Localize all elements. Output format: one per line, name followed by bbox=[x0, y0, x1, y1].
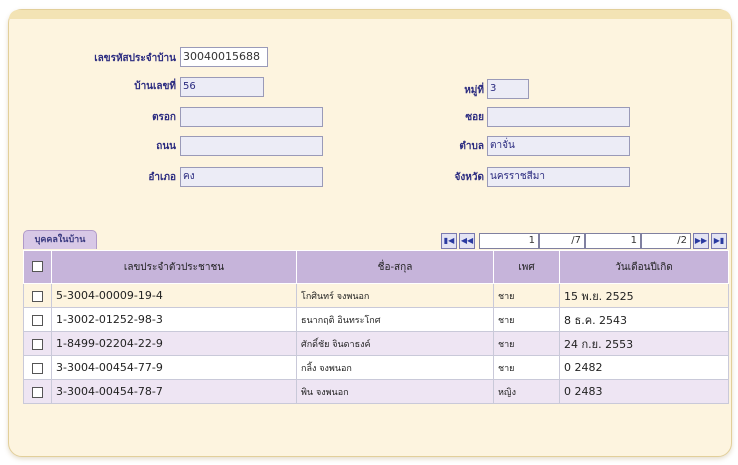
soi-label: ซอย bbox=[465, 112, 484, 123]
last-page-icon[interactable]: ▶▮ bbox=[711, 233, 727, 249]
house-code-field[interactable]: 30040015688 bbox=[180, 47, 268, 67]
birthdate-cell: 0 2483 bbox=[559, 379, 729, 404]
table-row[interactable]: 3-3004-00454-78-7 พิน จงพนอก หญิง 0 2483 bbox=[23, 379, 729, 404]
province-field[interactable]: นครราชสีมา bbox=[487, 167, 630, 187]
name-cell: กลิ้ง จงพนอก bbox=[296, 355, 494, 380]
next-page-icon[interactable]: ▶▶ bbox=[693, 233, 709, 249]
trok-label: ตรอก bbox=[152, 112, 176, 123]
birthdate-cell: 0 2482 bbox=[559, 355, 729, 380]
house-no-label: บ้านเลขที่ bbox=[134, 81, 176, 92]
amphoe-label: อำเภอ bbox=[148, 172, 176, 183]
citizen-id-cell: 3-3004-00454-78-7 bbox=[51, 379, 297, 404]
amphoe-field[interactable]: คง bbox=[180, 167, 323, 187]
sex-cell: หญิง bbox=[493, 379, 560, 404]
citizen-id-cell: 1-3002-01252-98-3 bbox=[51, 307, 297, 332]
row-checkbox[interactable] bbox=[23, 355, 52, 380]
tambon-field[interactable]: ตาจั่น bbox=[487, 136, 630, 156]
sex-cell: ชาย bbox=[493, 283, 560, 308]
name-cell: ศักดิ์ชัย จินดาธงค์ bbox=[296, 331, 494, 356]
row-total: /2 bbox=[641, 233, 691, 249]
row-current-input[interactable]: 1 bbox=[585, 233, 641, 249]
tab-household-members[interactable]: บุคคลในบ้าน bbox=[23, 230, 97, 249]
column-header-name[interactable]: ชื่อ-สกุล bbox=[296, 250, 494, 284]
province-label: จังหวัด bbox=[454, 172, 484, 183]
row-checkbox[interactable] bbox=[23, 331, 52, 356]
house-no-field[interactable]: 56 bbox=[180, 77, 264, 97]
sex-cell: ชาย bbox=[493, 355, 560, 380]
name-cell: พิน จงพนอก bbox=[296, 379, 494, 404]
name-cell: โกศินทร์ จงพนอก bbox=[296, 283, 494, 308]
column-header-birthdate[interactable]: วันเดือนปีเกิด bbox=[559, 250, 729, 284]
birthdate-cell: 24 ก.ย. 2553 bbox=[559, 331, 729, 356]
row-checkbox[interactable] bbox=[23, 307, 52, 332]
citizen-id-cell: 5-3004-00009-19-4 bbox=[51, 283, 297, 308]
table-row[interactable]: 1-8499-02204-22-9 ศักดิ์ชัย จินดาธงค์ ชา… bbox=[23, 331, 729, 356]
first-page-icon[interactable]: ▮◀ bbox=[441, 233, 457, 249]
sex-cell: ชาย bbox=[493, 307, 560, 332]
citizen-id-cell: 3-3004-00454-77-9 bbox=[51, 355, 297, 380]
name-cell: ธนากฤติ อินทระโกศ bbox=[296, 307, 494, 332]
row-checkbox[interactable] bbox=[23, 379, 52, 404]
road-label: ถนน bbox=[156, 141, 176, 152]
tambon-label: ตำบล bbox=[459, 141, 484, 152]
column-header-sex[interactable]: เพศ bbox=[493, 250, 560, 284]
sex-cell: ชาย bbox=[493, 331, 560, 356]
moo-label: หมู่ที่ bbox=[464, 85, 484, 96]
page-current-input[interactable]: 1 bbox=[479, 233, 539, 249]
soi-field[interactable] bbox=[487, 107, 630, 127]
citizen-id-cell: 1-8499-02204-22-9 bbox=[51, 331, 297, 356]
table-row[interactable]: 3-3004-00454-77-9 กลิ้ง จงพนอก ชาย 0 248… bbox=[23, 355, 729, 380]
table-header-row: เลขประจำตัวประชาชน ชื่อ-สกุล เพศ วันเดือ… bbox=[23, 250, 729, 284]
table-row[interactable]: 5-3004-00009-19-4 โกศินทร์ จงพนอก ชาย 15… bbox=[23, 283, 729, 308]
page-total: /7 bbox=[539, 233, 585, 249]
panel-top-bar bbox=[9, 10, 731, 19]
house-code-label: เลขรหัสประจำบ้าน bbox=[94, 53, 176, 64]
prev-page-icon[interactable]: ◀◀ bbox=[459, 233, 475, 249]
table-row[interactable]: 1-3002-01252-98-3 ธนากฤติ อินทระโกศ ชาย … bbox=[23, 307, 729, 332]
birthdate-cell: 8 ธ.ค. 2543 bbox=[559, 307, 729, 332]
birthdate-cell: 15 พ.ย. 2525 bbox=[559, 283, 729, 308]
moo-field[interactable]: 3 bbox=[487, 79, 529, 99]
select-all-checkbox[interactable] bbox=[23, 250, 52, 284]
road-field[interactable] bbox=[180, 136, 323, 156]
column-header-id[interactable]: เลขประจำตัวประชาชน bbox=[51, 250, 297, 284]
trok-field[interactable] bbox=[180, 107, 323, 127]
row-checkbox[interactable] bbox=[23, 283, 52, 308]
pager: ▮◀ ◀◀ 1 /7 1 /2 ▶▶ ▶▮ bbox=[441, 233, 729, 251]
household-members-table: เลขประจำตัวประชาชน ชื่อ-สกุล เพศ วันเดือ… bbox=[23, 250, 729, 404]
